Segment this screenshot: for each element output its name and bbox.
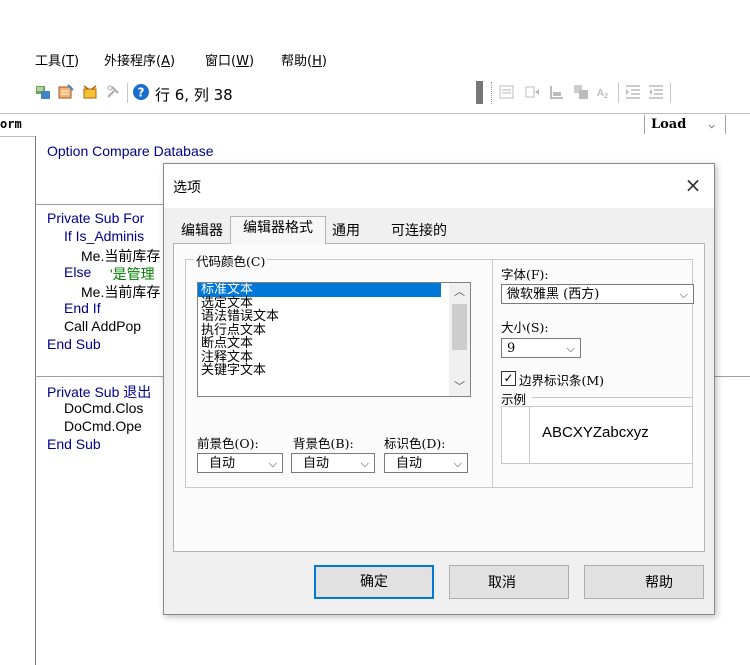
complete-word-icon[interactable]: Az [596, 83, 614, 101]
margin-bar-checkbox[interactable]: ✓ [501, 371, 516, 386]
sample-text: ABCXYZabcxyz [542, 424, 649, 441]
chevron-down-icon: ⌵ [679, 288, 688, 301]
code-line: Me.当前库存 [81, 248, 161, 264]
tab-editor[interactable]: 编辑器 [177, 220, 227, 242]
code-comment: '是管理 [110, 266, 155, 282]
margin-bar-label: 边界标识条(M) [519, 373, 605, 388]
list-scrollbar[interactable]: ︿ ﹀ [449, 283, 470, 396]
svg-text:A: A [597, 88, 604, 99]
scroll-thumb[interactable] [452, 304, 467, 350]
svg-text:z: z [604, 91, 608, 100]
toolbar: ? 行 6, 列 38 Az [0, 78, 750, 108]
code-line: End If [64, 300, 101, 316]
help-icon[interactable]: ? [132, 83, 150, 101]
size-select[interactable]: 9 ⌵ [501, 338, 581, 358]
size-label: 大小(S): [501, 320, 549, 335]
code-line: End Sub [47, 336, 101, 352]
indent-icon[interactable] [624, 83, 642, 101]
svg-text:?: ? [138, 86, 145, 100]
outdent-icon[interactable] [647, 83, 665, 101]
code-line: Option Compare Database [47, 143, 214, 159]
menubar: 工具(T) 外接程序(A) 窗口(W) 帮助(H) [0, 44, 750, 72]
procedure-separator [35, 204, 165, 205]
toolbar-overflow[interactable] [476, 81, 483, 104]
menu-window[interactable]: 窗口(W) [205, 50, 254, 69]
foreground-label: 前景色(O): [197, 436, 259, 451]
code-colors-list[interactable]: 标准文本 选定文本 语法错误文本 执行点文本 断点文本 注释文本 关键字文本 ︿… [197, 282, 471, 397]
list-item[interactable]: 断点文本 [198, 337, 470, 351]
tab-editor-format[interactable]: 编辑器格式 [230, 216, 326, 244]
font-select[interactable]: 微软雅黑 (西方) ⌵ [501, 284, 694, 304]
list-constants-icon[interactable] [523, 83, 541, 101]
tab-panel: 代码颜色(C) 标准文本 选定文本 语法错误文本 执行点文本 断点文本 注释文本… [173, 243, 705, 552]
sample-box: ABCXYZabcxyz [501, 406, 693, 464]
font-label: 字体(F): [501, 267, 549, 282]
foreground-select[interactable]: 自动 ⌵ [197, 453, 283, 473]
chevron-down-icon: ⌵ [268, 457, 277, 470]
code-line: DoCmd.Clos [64, 400, 144, 416]
code-line: Me.当前库存 [81, 284, 161, 300]
close-button[interactable]: × [680, 172, 706, 198]
indicator-select[interactable]: 自动 ⌵ [384, 453, 468, 473]
dialog-title: 选项 [173, 180, 201, 196]
chevron-down-icon: ⌵ [566, 342, 575, 355]
code-line: Else [64, 264, 92, 280]
code-line: End Sub [47, 436, 101, 452]
list-item[interactable]: 关键字文本 [198, 364, 470, 378]
code-header: orm ⌵ Load [0, 113, 750, 137]
background-label: 背景色(B): [293, 436, 354, 451]
options-dialog: 选项 × 编辑器 编辑器格式 通用 可连接的 代码颜色(C) 标准文本 选定文本… [163, 163, 715, 615]
background-select[interactable]: 自动 ⌵ [291, 453, 375, 473]
code-line: If Is_Adminis [64, 228, 145, 244]
ok-button[interactable]: 确定 [314, 565, 434, 599]
properties-icon[interactable] [57, 83, 75, 101]
tab-general[interactable]: 通用 [326, 220, 366, 242]
code-line: Call AddPop [64, 318, 142, 334]
margin-indicator-bar [529, 407, 530, 463]
object-browser-icon[interactable] [81, 83, 99, 101]
toolbar-separator [670, 83, 671, 103]
parameter-info-icon[interactable] [572, 83, 590, 101]
cursor-position: 行 6, 列 38 [155, 86, 233, 104]
list-item[interactable]: 标准文本 [198, 283, 441, 297]
list-item[interactable]: 选定文本 [198, 296, 470, 311]
menu-tools[interactable]: 工具(T) [35, 50, 79, 69]
list-item[interactable]: 注释文本 [198, 350, 470, 365]
code-line: DoCmd.Ope [64, 418, 142, 434]
chevron-down-icon: ⌵ [453, 457, 462, 470]
dialog-titlebar: 选项 × [164, 164, 714, 208]
help-button[interactable]: 帮助 [584, 565, 704, 599]
menu-help[interactable]: 帮助(H) [281, 50, 327, 69]
cancel-button[interactable]: 取消 [449, 565, 569, 599]
project-explorer-icon[interactable] [34, 83, 52, 101]
toolbar-grip[interactable] [491, 82, 494, 104]
chevron-down-icon: ⌵ [360, 457, 369, 470]
code-line: Private Sub 退出 [47, 384, 152, 400]
quick-info-icon[interactable] [548, 83, 566, 101]
chevron-down-icon[interactable]: ﹀ [449, 378, 470, 396]
menu-addins[interactable]: 外接程序(A) [104, 50, 175, 69]
toolbar-separator [618, 83, 619, 103]
list-properties-icon[interactable] [498, 83, 516, 101]
list-item[interactable]: 执行点文本 [198, 323, 470, 338]
tab-docking[interactable]: 可连接的 [381, 220, 457, 242]
procedure-combo[interactable]: Load [644, 115, 750, 134]
toolbar-separator [127, 83, 128, 103]
code-line: Private Sub For [47, 210, 145, 226]
chevron-up-icon[interactable]: ︿ [449, 283, 470, 301]
toolbox-icon[interactable] [104, 83, 122, 101]
list-item[interactable]: 语法错误文本 [198, 310, 470, 324]
indicator-label: 标识色(D): [384, 436, 446, 451]
code-colors-label: 代码颜色(C) [194, 251, 268, 270]
object-combo[interactable]: orm ⌵ [0, 115, 726, 134]
divider [532, 397, 692, 398]
